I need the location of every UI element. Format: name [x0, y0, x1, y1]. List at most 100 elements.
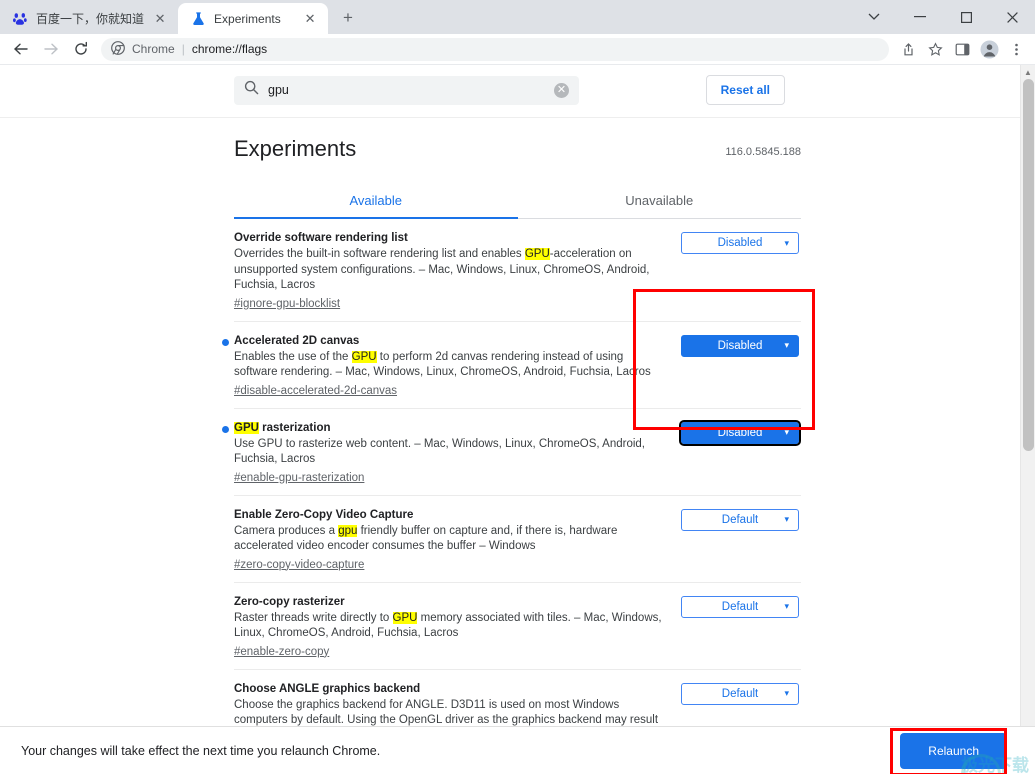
- experiment-select[interactable]: Disabled ▾: [681, 232, 799, 254]
- search-highlight: GPU: [351, 350, 377, 363]
- experiment-row: Accelerated 2D canvas Enables the use of…: [222, 322, 801, 408]
- experiments-main: 116.0.5845.188 Experiments Available Una…: [0, 118, 801, 774]
- select-value: Disabled: [717, 426, 763, 439]
- experiment-info: Accelerated 2D canvas Enables the use of…: [222, 335, 668, 399]
- relaunch-bar: Your changes will take effect the next t…: [0, 726, 1035, 774]
- search-highlight: GPU: [234, 421, 259, 434]
- experiment-select[interactable]: Default ▾: [681, 595, 799, 618]
- tab-unavailable[interactable]: Unavailable: [518, 182, 802, 218]
- baidu-icon: [12, 11, 28, 27]
- experiment-control: Default ▾: [681, 595, 801, 618]
- clear-icon[interactable]: ✕: [554, 82, 569, 98]
- browser-tab-baidu[interactable]: 百度一下，你就知道 ✕: [0, 3, 179, 34]
- experiment-select[interactable]: Default ▾: [681, 508, 799, 531]
- select-value: Default: [721, 687, 759, 700]
- minimize-icon[interactable]: [897, 0, 943, 34]
- tab-search-icon[interactable]: [851, 0, 897, 34]
- maximize-icon[interactable]: [943, 0, 989, 34]
- select-value: Default: [721, 513, 759, 526]
- browser-toolbar: Chrome | chrome://flags: [0, 34, 1035, 65]
- flask-icon: [190, 11, 206, 27]
- experiment-description: Overrides the built-in software renderin…: [234, 248, 650, 291]
- tab-title: Experiments: [214, 11, 281, 26]
- select-value: Disabled: [717, 237, 763, 249]
- menu-kebab-icon[interactable]: [1004, 37, 1029, 62]
- search-input-value: gpu: [268, 83, 289, 97]
- experiment-row: GPU rasterization Use GPU to rasterize w…: [222, 409, 801, 495]
- search-highlight: GPU: [392, 611, 418, 624]
- modified-indicator-icon: [222, 425, 229, 433]
- chevron-down-icon: ▾: [784, 427, 789, 437]
- experiment-name: Zero-copy rasterizer: [234, 595, 345, 608]
- experiment-info: GPU rasterization Use GPU to rasterize w…: [222, 421, 668, 486]
- experiment-info: Override software rendering list Overrid…: [234, 232, 668, 312]
- close-window-icon[interactable]: [989, 0, 1035, 34]
- search-row: gpu ✕ Reset all: [0, 65, 1020, 118]
- experiment-anchor-link[interactable]: #enable-gpu-rasterization: [234, 472, 364, 484]
- experiment-anchor-link[interactable]: #enable-zero-copy: [234, 646, 329, 658]
- select-value: Disabled: [717, 339, 763, 352]
- chevron-down-icon: ▾: [784, 688, 789, 698]
- experiment-control: Default ▾: [681, 508, 801, 531]
- vertical-scrollbar[interactable]: ▲: [1020, 65, 1035, 774]
- bookmark-star-icon[interactable]: [923, 37, 948, 62]
- experiment-control: Disabled ▾: [681, 232, 801, 254]
- experiment-control: Disabled ▾: [679, 419, 801, 446]
- tab-title: 百度一下，你就知道: [36, 12, 145, 26]
- search-input[interactable]: gpu ✕: [234, 75, 579, 105]
- reload-icon[interactable]: [66, 35, 96, 63]
- experiment-anchor-link[interactable]: #zero-copy-video-capture: [234, 559, 364, 571]
- new-tab-button[interactable]: +: [334, 4, 362, 32]
- window-controls: [851, 0, 1035, 34]
- experiment-control: Disabled ▾: [681, 334, 801, 357]
- search-icon: [244, 80, 259, 100]
- profile-avatar-icon[interactable]: [977, 37, 1002, 62]
- page-title: Experiments: [234, 136, 357, 161]
- chrome-version: 116.0.5845.188: [725, 146, 801, 158]
- chevron-down-icon: ▾: [784, 340, 789, 350]
- flags-content: gpu ✕ Reset all 116.0.5845.188 Experimen…: [0, 65, 1020, 774]
- experiment-select[interactable]: Default ▾: [681, 682, 799, 705]
- search-highlight: gpu: [338, 524, 358, 537]
- chevron-down-icon: ▾: [784, 514, 789, 524]
- experiment-name: Enable Zero-Copy Video Capture: [234, 508, 414, 521]
- toolbar-icons: [896, 37, 1029, 62]
- side-panel-icon[interactable]: [950, 37, 975, 62]
- experiment-info: Zero-copy rasterizer Raster threads writ…: [234, 596, 668, 660]
- address-bar[interactable]: Chrome | chrome://flags: [101, 37, 889, 61]
- omnibox-url: chrome://flags: [191, 42, 268, 56]
- reset-all-button[interactable]: Reset all: [705, 75, 785, 105]
- experiment-name: Choose ANGLE graphics backend: [234, 682, 421, 695]
- browser-tab-experiments[interactable]: Experiments ✕: [178, 3, 329, 34]
- share-icon[interactable]: [896, 37, 921, 62]
- experiment-anchor-link[interactable]: #disable-accelerated-2d-canvas: [234, 385, 397, 397]
- chrome-icon: [111, 40, 125, 58]
- flag-tabs: Available Unavailable: [234, 182, 801, 219]
- relaunch-message: Your changes will take effect the next t…: [21, 743, 381, 758]
- experiment-description: Raster threads write directly to GPU mem…: [234, 611, 662, 639]
- experiment-select[interactable]: Disabled ▾: [681, 334, 799, 357]
- scroll-up-arrow-icon[interactable]: ▲: [1021, 65, 1035, 79]
- back-icon[interactable]: [6, 35, 36, 63]
- close-icon[interactable]: ✕: [152, 11, 168, 27]
- select-value: Default: [721, 600, 759, 613]
- scrollbar-thumb[interactable]: [1023, 79, 1034, 451]
- search-highlight: GPU: [524, 248, 550, 260]
- experiment-name: Override software rendering list: [234, 232, 408, 244]
- modified-indicator-icon: [222, 338, 229, 346]
- close-icon[interactable]: ✕: [302, 11, 318, 27]
- tab-available[interactable]: Available: [234, 182, 518, 218]
- relaunch-button[interactable]: Relaunch: [900, 732, 1007, 769]
- experiment-anchor-link[interactable]: #ignore-gpu-blocklist: [234, 298, 340, 310]
- experiment-select[interactable]: Disabled ▾: [679, 419, 801, 446]
- chevron-down-icon: ▾: [784, 601, 789, 611]
- experiment-name: GPU rasterization: [234, 421, 331, 434]
- tab-underline: [234, 217, 518, 219]
- experiment-description: Use GPU to rasterize web content. – Mac,…: [234, 437, 645, 466]
- forward-icon[interactable]: [36, 35, 66, 63]
- experiment-row: Zero-copy rasterizer Raster threads writ…: [234, 583, 801, 669]
- flags-page: gpu ✕ Reset all 116.0.5845.188 Experimen…: [0, 65, 1035, 774]
- omnibox-separator: |: [181, 42, 185, 56]
- experiment-control: Default ▾: [681, 682, 801, 705]
- omnibox-label: Chrome: [132, 42, 175, 56]
